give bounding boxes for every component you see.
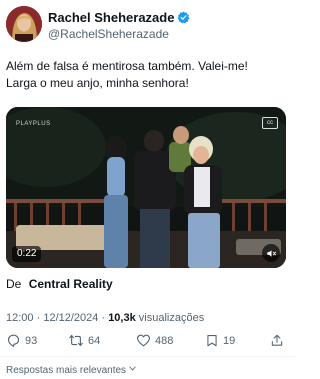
tweet-text-line: Larga o meu anjo, minha senhora! xyxy=(6,76,189,90)
repost-count: 64 xyxy=(88,334,101,347)
action-bar: 93 64 488 19 xyxy=(6,333,290,351)
tweet-time[interactable]: 12:00 xyxy=(6,312,34,324)
mute-icon[interactable] xyxy=(262,244,280,262)
tweet-header: Rachel Sheherazade @RachelSheherazade xyxy=(6,6,290,44)
like-button[interactable]: 488 xyxy=(136,333,173,348)
like-count: 488 xyxy=(155,334,174,347)
replies-sort-label: Respostas mais relevantes xyxy=(6,364,127,376)
captions-icon[interactable]: cc xyxy=(262,117,278,129)
divider xyxy=(0,356,296,357)
bookmark-count: 19 xyxy=(223,334,236,347)
chevron-down-icon xyxy=(128,364,137,376)
video-duration: 0:22 xyxy=(12,246,42,262)
like-icon xyxy=(136,333,151,348)
meta-separator: · xyxy=(101,312,106,324)
avatar[interactable] xyxy=(6,6,42,42)
replies-sort-dropdown[interactable]: Respostas mais relevantes xyxy=(6,364,137,376)
meta-separator: · xyxy=(36,312,41,324)
media-source: De Central Reality xyxy=(6,277,113,291)
tweet-text-line: Além de falsa é mentirosa também. Valei-… xyxy=(6,59,248,73)
video-player[interactable]: PLAYPLUS cc 0:22 xyxy=(6,107,286,268)
tweet-date[interactable]: 12/12/2024 xyxy=(43,312,98,324)
views-count: 10,3k xyxy=(108,312,136,324)
reply-button[interactable]: 93 xyxy=(6,333,37,348)
verified-icon xyxy=(177,11,190,24)
video-frame xyxy=(6,107,286,268)
tweet-text: Além de falsa é mentirosa também. Valei-… xyxy=(6,58,290,92)
share-icon xyxy=(270,333,284,348)
reply-count: 93 xyxy=(25,334,38,347)
tweet-meta: 12:00 · 12/12/2024 · 10,3k visualizações xyxy=(6,312,204,325)
author-name[interactable]: Rachel Sheherazade xyxy=(48,10,174,25)
repost-icon xyxy=(68,333,84,348)
views-label: visualizações xyxy=(138,312,205,324)
source-prefix: De xyxy=(6,277,22,291)
share-button[interactable] xyxy=(270,333,284,348)
reply-icon xyxy=(6,333,21,348)
channel-watermark: PLAYPLUS xyxy=(16,121,51,127)
bookmark-button[interactable]: 19 xyxy=(205,333,235,348)
repost-button[interactable]: 64 xyxy=(68,333,100,348)
source-name-link[interactable]: Central Reality xyxy=(29,277,113,291)
author-handle[interactable]: @RachelSheherazade xyxy=(48,27,169,41)
bookmark-icon xyxy=(205,333,219,348)
